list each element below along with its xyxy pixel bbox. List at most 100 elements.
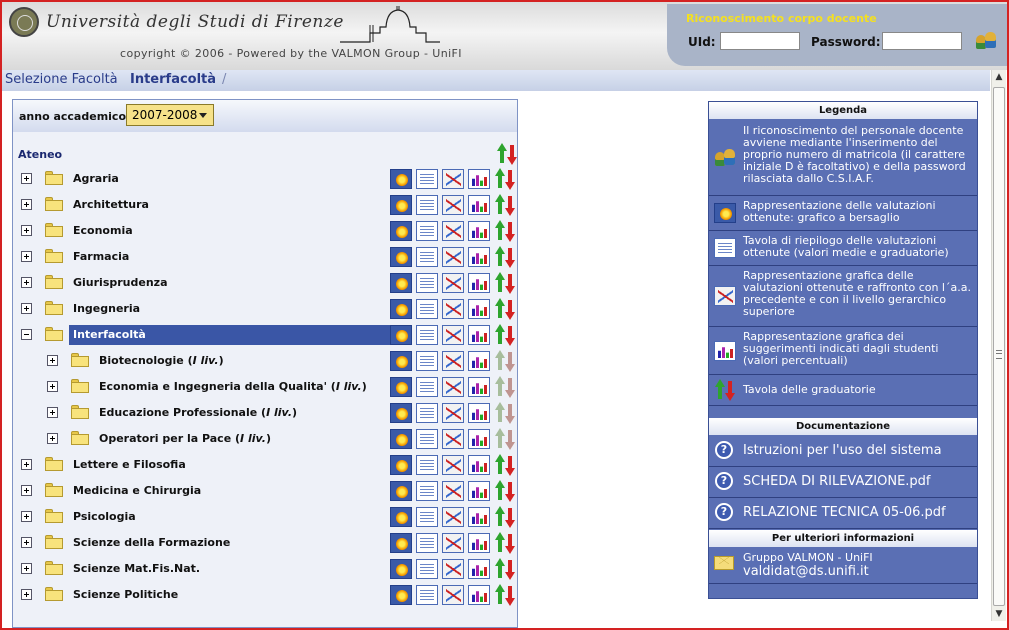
ranking-arrows-icon[interactable] <box>494 532 516 554</box>
tree-row[interactable]: Psicologia <box>13 505 517 531</box>
tree-row[interactable]: Farmacia <box>13 245 517 271</box>
bar-chart-icon[interactable] <box>468 455 490 475</box>
tree-row[interactable]: Lettere e Filosofia <box>13 453 517 479</box>
bar-chart-icon[interactable] <box>468 481 490 501</box>
expand-icon[interactable] <box>21 277 32 288</box>
ranking-arrows-icon[interactable] <box>494 350 516 372</box>
bar-chart-icon[interactable] <box>468 325 490 345</box>
summary-table-icon[interactable] <box>416 325 438 345</box>
tree-item-label[interactable]: Economia e Ingegneria della Qualita' (I … <box>95 377 367 397</box>
bar-chart-icon[interactable] <box>468 429 490 449</box>
tree-root-ateneo[interactable]: Ateneo <box>18 148 62 161</box>
ranking-arrows-icon[interactable] <box>494 220 516 242</box>
target-chart-icon[interactable] <box>390 377 412 397</box>
summary-table-icon[interactable] <box>416 351 438 371</box>
tree-row[interactable]: Scienze Mat.Fis.Nat. <box>13 557 517 583</box>
tree-item-label[interactable]: Architettura <box>69 195 149 215</box>
tree-row[interactable]: Scienze Politiche <box>13 583 517 609</box>
comparison-chart-icon[interactable] <box>442 533 464 553</box>
summary-table-icon[interactable] <box>416 403 438 423</box>
comparison-chart-icon[interactable] <box>442 273 464 293</box>
expand-icon[interactable] <box>21 589 32 600</box>
academic-year-select[interactable]: 2007-2008 <box>126 104 214 126</box>
bar-chart-icon[interactable] <box>468 533 490 553</box>
expand-icon[interactable] <box>47 355 58 366</box>
vertical-scrollbar[interactable]: ▲ ▼ <box>991 70 1006 621</box>
comparison-chart-icon[interactable] <box>442 325 464 345</box>
comparison-chart-icon[interactable] <box>442 299 464 319</box>
expand-icon[interactable] <box>21 511 32 522</box>
tree-item-label[interactable]: Scienze Politiche <box>69 585 178 605</box>
comparison-chart-icon[interactable] <box>442 507 464 527</box>
tree-item-label[interactable]: Interfacoltà <box>69 325 391 345</box>
expand-icon[interactable] <box>47 407 58 418</box>
login-button[interactable] <box>973 28 999 52</box>
comparison-chart-icon[interactable] <box>442 377 464 397</box>
comparison-chart-icon[interactable] <box>442 559 464 579</box>
bar-chart-icon[interactable] <box>468 169 490 189</box>
summary-table-icon[interactable] <box>416 429 438 449</box>
ranking-arrows-icon[interactable] <box>494 584 516 606</box>
tree-row[interactable]: Operatori per la Pace (I liv.) <box>13 427 517 453</box>
expand-icon[interactable] <box>21 303 32 314</box>
comparison-chart-icon[interactable] <box>442 351 464 371</box>
ranking-arrows-icon[interactable] <box>494 506 516 528</box>
comparison-chart-icon[interactable] <box>442 455 464 475</box>
summary-table-icon[interactable] <box>416 273 438 293</box>
ranking-arrows-icon[interactable] <box>494 246 516 268</box>
tree-row[interactable]: Educazione Professionale (I liv.) <box>13 401 517 427</box>
tree-item-label[interactable]: Educazione Professionale (I liv.) <box>95 403 297 423</box>
bar-chart-icon[interactable] <box>468 221 490 241</box>
summary-table-icon[interactable] <box>416 377 438 397</box>
tree-item-label[interactable]: Farmacia <box>69 247 129 267</box>
bar-chart-icon[interactable] <box>468 507 490 527</box>
summary-table-icon[interactable] <box>416 507 438 527</box>
target-chart-icon[interactable] <box>390 299 412 319</box>
tree-row[interactable]: Ingegneria <box>13 297 517 323</box>
bar-chart-icon[interactable] <box>468 351 490 371</box>
target-chart-icon[interactable] <box>390 585 412 605</box>
expand-icon[interactable] <box>21 251 32 262</box>
bar-chart-icon[interactable] <box>468 195 490 215</box>
password-input[interactable] <box>882 32 962 50</box>
comparison-chart-icon[interactable] <box>442 221 464 241</box>
expand-icon[interactable] <box>47 433 58 444</box>
target-chart-icon[interactable] <box>390 403 412 423</box>
bar-chart-icon[interactable] <box>468 559 490 579</box>
ranking-arrows-icon[interactable] <box>494 558 516 580</box>
tree-item-label[interactable]: Scienze Mat.Fis.Nat. <box>69 559 200 579</box>
expand-icon[interactable] <box>21 485 32 496</box>
tree-item-label[interactable]: Ingegneria <box>69 299 140 319</box>
expand-icon[interactable] <box>21 173 32 184</box>
summary-table-icon[interactable] <box>416 559 438 579</box>
tree-row[interactable]: Agraria <box>13 167 517 193</box>
summary-table-icon[interactable] <box>416 247 438 267</box>
ateneo-ranking-button[interactable] <box>496 143 518 165</box>
uid-input[interactable] <box>720 32 800 50</box>
tree-row[interactable]: Architettura <box>13 193 517 219</box>
comparison-chart-icon[interactable] <box>442 585 464 605</box>
ranking-arrows-icon[interactable] <box>494 194 516 216</box>
target-chart-icon[interactable] <box>390 507 412 527</box>
tree-row[interactable]: Giurisprudenza <box>13 271 517 297</box>
bar-chart-icon[interactable] <box>468 585 490 605</box>
comparison-chart-icon[interactable] <box>442 169 464 189</box>
tree-item-label[interactable]: Medicina e Chirurgia <box>69 481 201 501</box>
tree-item-label[interactable]: Operatori per la Pace (I liv.) <box>95 429 271 449</box>
ranking-arrows-icon[interactable] <box>494 298 516 320</box>
target-chart-icon[interactable] <box>390 533 412 553</box>
tree-row[interactable]: Economia <box>13 219 517 245</box>
summary-table-icon[interactable] <box>416 481 438 501</box>
tree-item-label[interactable]: Giurisprudenza <box>69 273 168 293</box>
ranking-arrows-icon[interactable] <box>494 376 516 398</box>
scrollbar-thumb[interactable] <box>993 87 1005 606</box>
expand-icon[interactable] <box>21 563 32 574</box>
ranking-arrows-icon[interactable] <box>494 428 516 450</box>
ranking-arrows-icon[interactable] <box>494 402 516 424</box>
target-chart-icon[interactable] <box>390 455 412 475</box>
collapse-icon[interactable] <box>21 329 32 340</box>
bar-chart-icon[interactable] <box>468 247 490 267</box>
tree-item-label[interactable]: Lettere e Filosofia <box>69 455 186 475</box>
summary-table-icon[interactable] <box>416 533 438 553</box>
summary-table-icon[interactable] <box>416 221 438 241</box>
